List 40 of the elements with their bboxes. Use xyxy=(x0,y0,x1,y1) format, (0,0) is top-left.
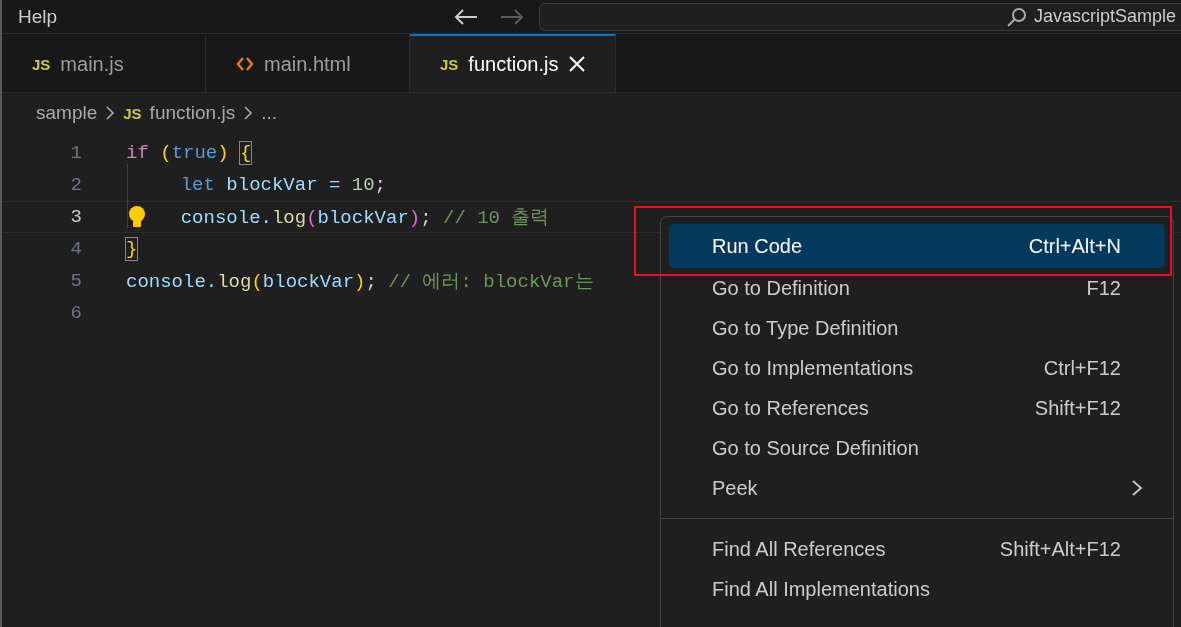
js-file-icon: JS xyxy=(123,104,142,122)
menu-item[interactable]: Run Code Ctrl+Alt+N xyxy=(669,224,1165,268)
menu-item[interactable]: Peek xyxy=(669,468,1165,508)
line-number: 1 xyxy=(69,142,83,164)
breadcrumb-item[interactable]: sample xyxy=(36,102,98,124)
line-number: 4 xyxy=(69,238,83,260)
editor-tab[interactable]: JS function.js xyxy=(410,34,616,92)
close-icon[interactable] xyxy=(568,55,587,73)
code-brackets-icon xyxy=(236,56,254,72)
breadcrumb-item[interactable]: ... xyxy=(261,102,277,124)
menu-item[interactable]: Go to Definition F12 xyxy=(669,268,1165,308)
line-number: 5 xyxy=(69,270,83,292)
menu-item[interactable]: Find All Implementations xyxy=(669,569,1165,609)
code-line: } xyxy=(126,238,138,260)
search-field[interactable]: JavascriptSample xyxy=(539,2,1181,31)
line-number: 6 xyxy=(69,302,83,324)
code-line: if (true) { xyxy=(126,142,252,164)
menu-item[interactable]: Go to Implementations Ctrl+F12 xyxy=(669,348,1165,388)
forward-arrow-icon[interactable] xyxy=(499,7,526,26)
code-line: console.log(blockVar); // 에러: blockVar는 xyxy=(126,270,594,294)
js-file-icon: JS xyxy=(32,55,51,73)
menu-item[interactable]: Go to References Shift+F12 xyxy=(669,388,1165,428)
tab-label: main.js xyxy=(60,52,124,76)
chevron-right-icon xyxy=(243,105,254,121)
menu-item[interactable]: Find All References Shift+Alt+F12 xyxy=(669,529,1165,569)
search-icon xyxy=(1005,5,1028,28)
line-number: 3 xyxy=(69,206,83,228)
tab-label: function.js xyxy=(468,52,559,76)
code-line: console.log(blockVar); // 10 출력 xyxy=(180,206,550,230)
menu-item[interactable]: Go to Type Definition xyxy=(669,308,1165,348)
breadcrumb-item[interactable]: function.js xyxy=(149,102,236,124)
tab-label: main.html xyxy=(264,52,351,76)
back-arrow-icon[interactable] xyxy=(453,7,480,26)
chevron-right-icon xyxy=(105,105,116,121)
code-line: let blockVar = 10; xyxy=(180,174,386,196)
js-file-icon: JS xyxy=(440,55,459,73)
line-number: 2 xyxy=(69,174,83,196)
menu-label[interactable]: Help xyxy=(18,5,58,28)
menu-item[interactable]: Go to Source Definition xyxy=(669,428,1165,468)
lightbulb-icon[interactable] xyxy=(126,205,148,229)
